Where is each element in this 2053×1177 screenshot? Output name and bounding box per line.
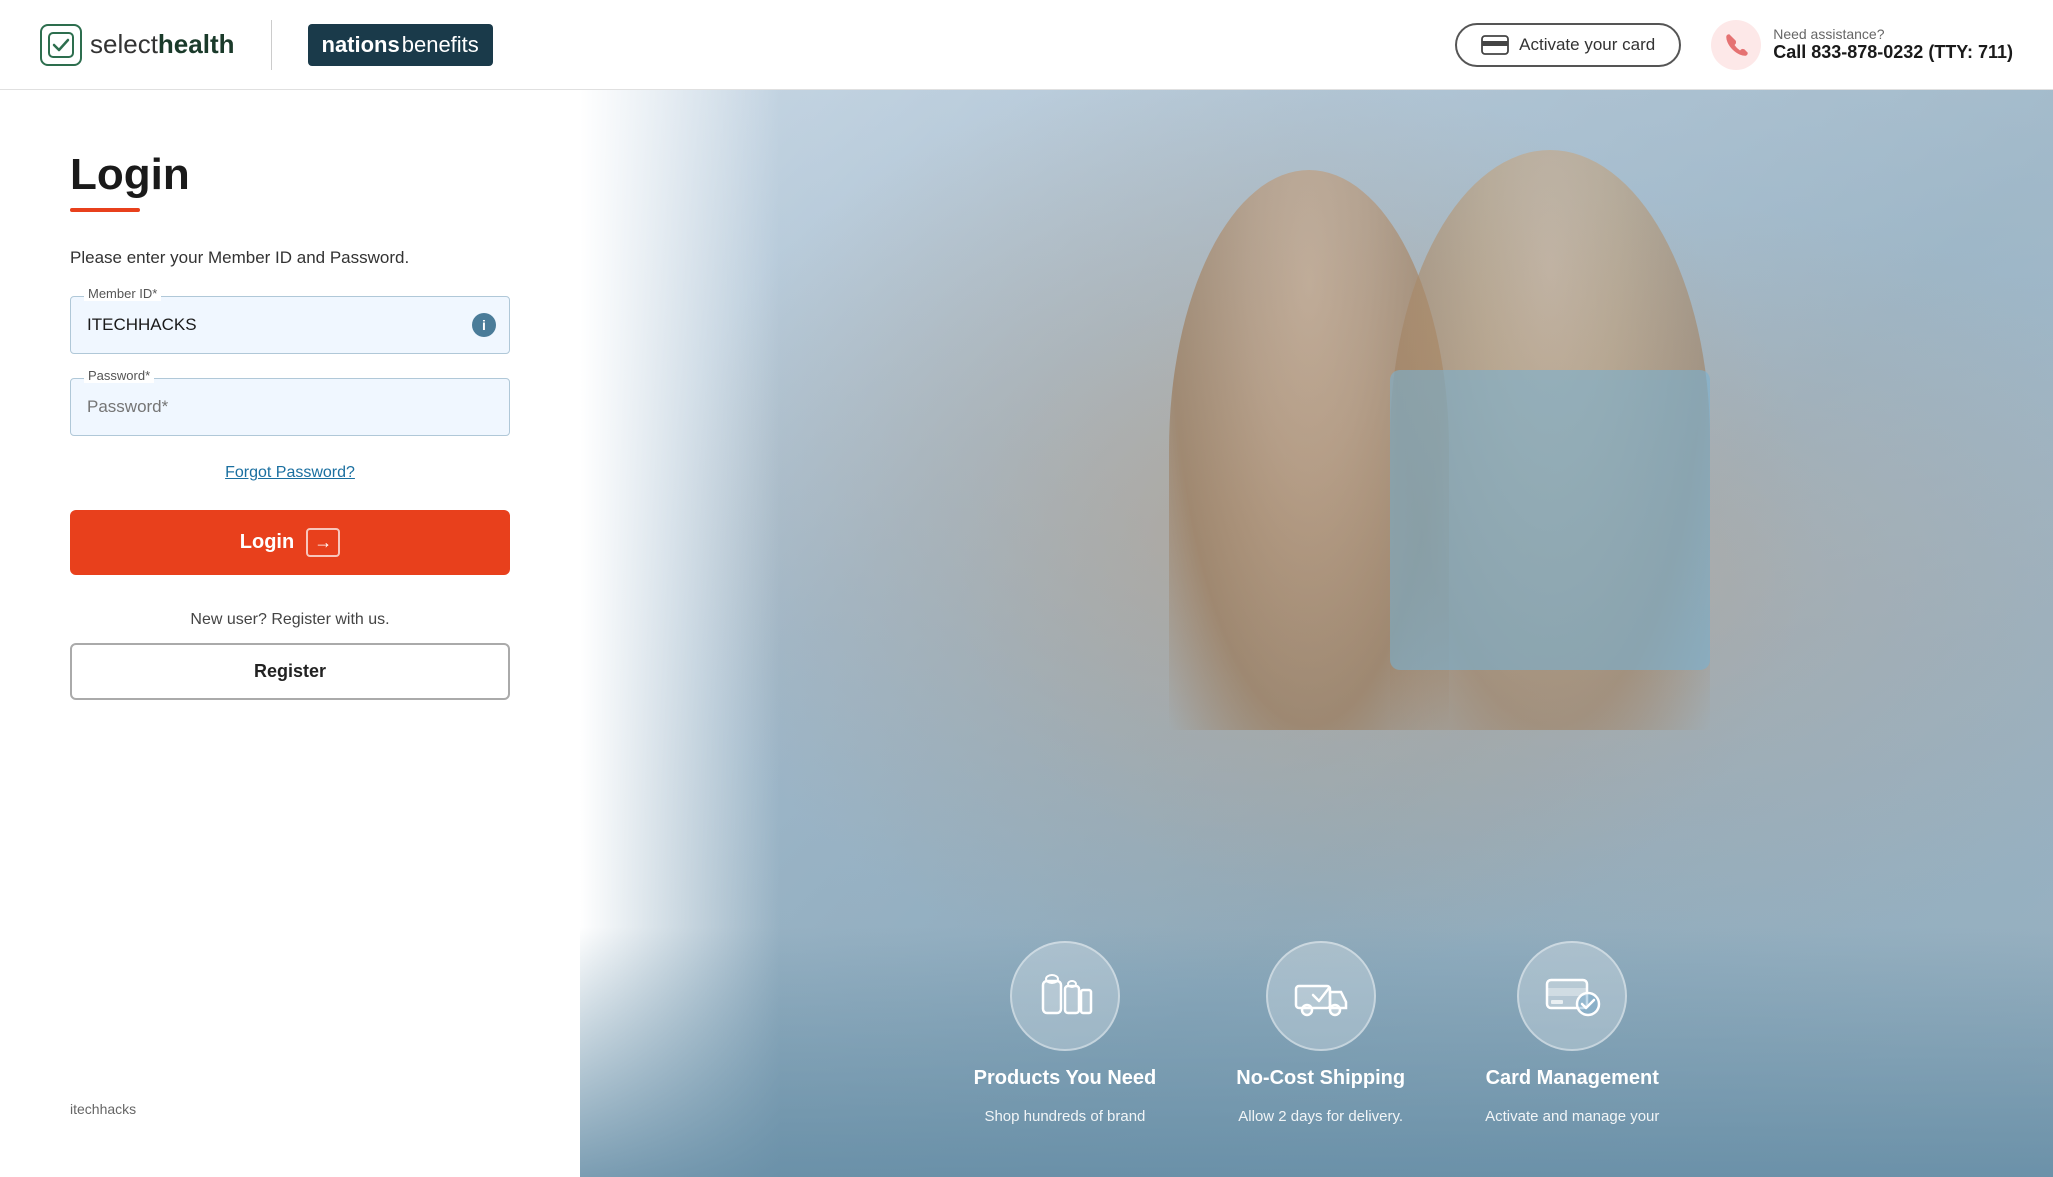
card-management-icon-circle bbox=[1517, 941, 1627, 1051]
logo-divider bbox=[271, 20, 272, 70]
login-title: Login bbox=[70, 150, 510, 200]
card-management-title: Card Management bbox=[1486, 1067, 1659, 1090]
products-icon bbox=[1035, 966, 1095, 1026]
forgot-password-section: Forgot Password? bbox=[70, 464, 510, 482]
register-button[interactable]: Register bbox=[70, 643, 510, 700]
member-id-label: Member ID* bbox=[84, 286, 161, 301]
products-icon-circle bbox=[1010, 941, 1120, 1051]
member-id-input[interactable] bbox=[70, 296, 510, 354]
activate-card-button[interactable]: Activate your card bbox=[1455, 23, 1681, 67]
header: selecthealth nationsbenefits Activate yo… bbox=[0, 0, 2053, 90]
main-content: Login Please enter your Member ID and Pa… bbox=[0, 90, 2053, 1177]
login-panel: Login Please enter your Member ID and Pa… bbox=[0, 90, 580, 1177]
card-management-icon bbox=[1542, 966, 1602, 1026]
selecthealth-logo: selecthealth bbox=[40, 24, 235, 66]
phone-icon bbox=[1723, 32, 1749, 58]
password-label: Password* bbox=[84, 368, 154, 383]
credit-card-icon bbox=[1481, 35, 1509, 55]
password-input[interactable] bbox=[70, 378, 510, 436]
login-subtitle: Please enter your Member ID and Password… bbox=[70, 248, 510, 268]
new-user-text: New user? Register with us. bbox=[70, 611, 510, 629]
assistance-text: Need assistance? Call 833-878-0232 (TTY:… bbox=[1773, 26, 2013, 63]
password-group: Password* bbox=[70, 378, 510, 436]
header-actions: Activate your card Need assistance? Call… bbox=[1455, 20, 2013, 70]
feature-card-management: Card Management Activate and manage your bbox=[1485, 941, 1659, 1127]
feature-shipping: No-Cost Shipping Allow 2 days for delive… bbox=[1236, 941, 1405, 1127]
nations-benefits-logo: nationsbenefits bbox=[308, 24, 493, 66]
feature-products: Products You Need Shop hundreds of brand bbox=[974, 941, 1157, 1127]
login-title-underline bbox=[70, 208, 140, 212]
shipping-title: No-Cost Shipping bbox=[1236, 1067, 1405, 1090]
phone-circle bbox=[1711, 20, 1761, 70]
forgot-password-link[interactable]: Forgot Password? bbox=[225, 464, 355, 481]
card-management-desc: Activate and manage your bbox=[1485, 1106, 1659, 1127]
footer-watermark: itechhacks bbox=[70, 1081, 510, 1117]
selecthealth-logo-icon bbox=[40, 24, 82, 66]
feature-icons-row: Products You Need Shop hundreds of brand… bbox=[580, 901, 2053, 1177]
shipping-desc: Allow 2 days for delivery. bbox=[1238, 1106, 1403, 1127]
register-section: New user? Register with us. Register bbox=[70, 611, 510, 700]
hero-panel: Products You Need Shop hundreds of brand… bbox=[580, 90, 2053, 1177]
products-title: Products You Need bbox=[974, 1067, 1157, 1090]
login-arrow-icon: → bbox=[306, 528, 340, 557]
shirt-silhouette bbox=[1390, 370, 1710, 670]
selecthealth-text: selecthealth bbox=[90, 29, 235, 60]
shipping-icon bbox=[1291, 966, 1351, 1026]
products-desc: Shop hundreds of brand bbox=[984, 1106, 1145, 1127]
assistance-section: Need assistance? Call 833-878-0232 (TTY:… bbox=[1711, 20, 2013, 70]
member-id-info-icon[interactable]: i bbox=[472, 313, 496, 337]
header-logos: selecthealth nationsbenefits bbox=[40, 20, 493, 70]
login-button[interactable]: Login → bbox=[70, 510, 510, 575]
shipping-icon-circle bbox=[1266, 941, 1376, 1051]
member-id-group: Member ID* i bbox=[70, 296, 510, 354]
